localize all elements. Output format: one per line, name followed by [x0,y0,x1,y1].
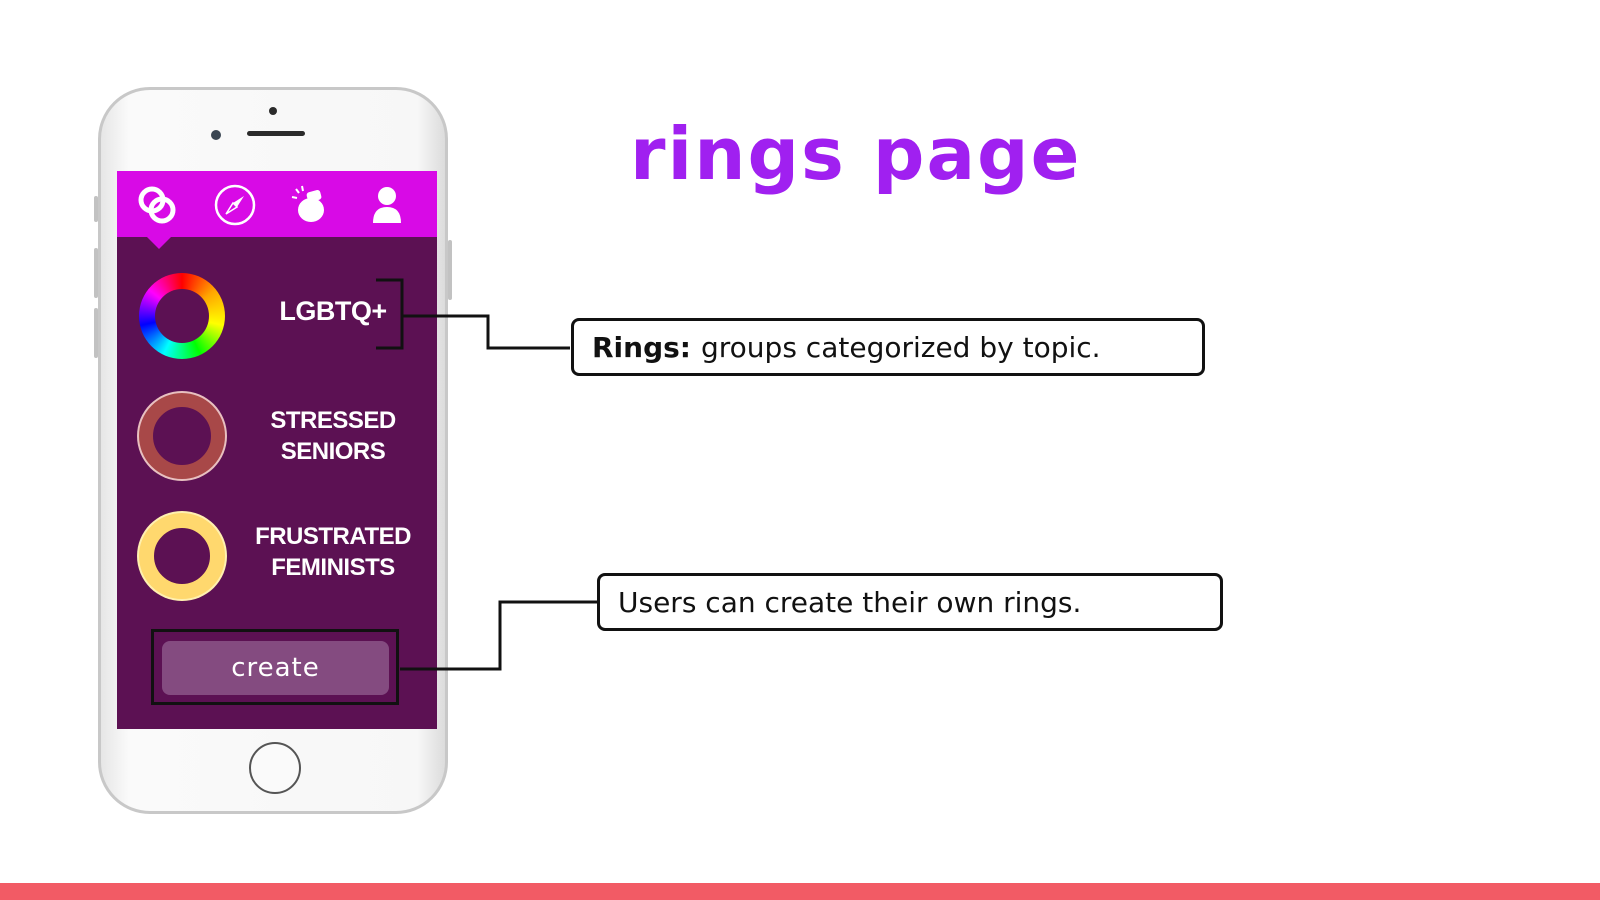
rings-description: groups categorized by topic. [701,330,1101,364]
rings-term: Rings: [592,330,691,364]
bottom-accent-bar [0,883,1600,900]
rings-callout: Rings: groups categorized by topic. [571,318,1205,376]
create-callout: Users can create their own rings. [597,573,1223,631]
create-description: Users can create their own rings. [618,585,1082,619]
connector-lines [376,278,597,671]
